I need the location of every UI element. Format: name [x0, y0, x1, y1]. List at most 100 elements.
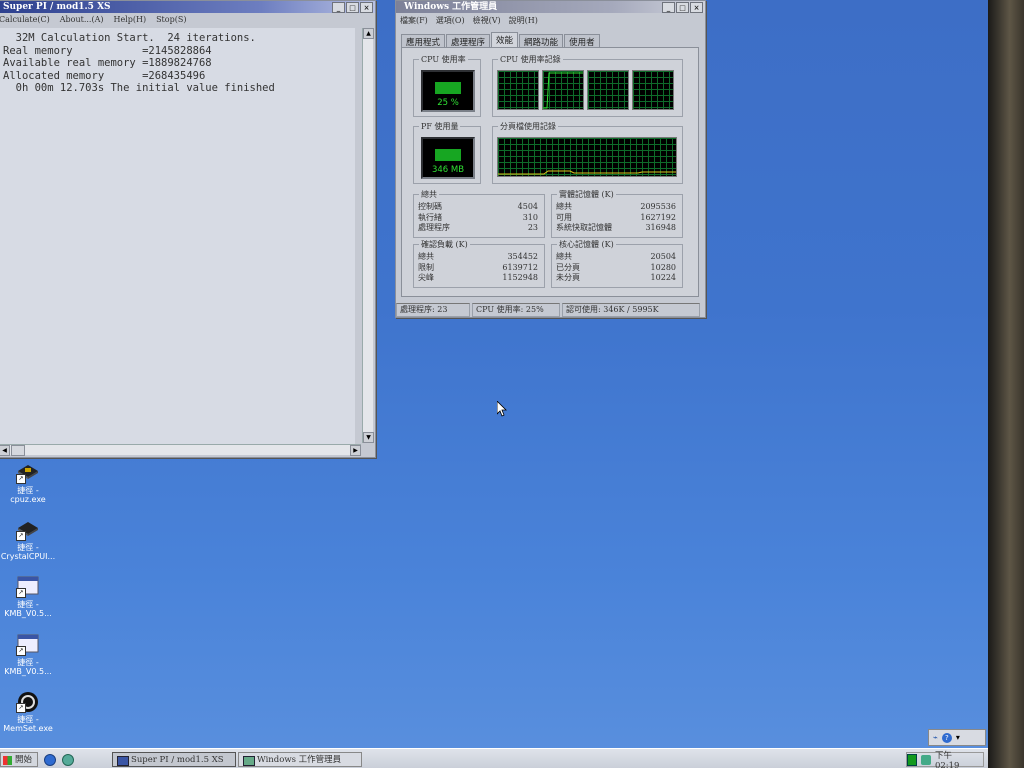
pf-usage-group: PF 使用量 346 MB [413, 121, 481, 184]
cpu-history-graph-core-1 [497, 70, 539, 110]
status-commit: 認可使用: 346K / 5995K [562, 303, 700, 317]
close-button[interactable]: × [690, 2, 703, 13]
desktop-icon-kmb-2[interactable]: ↗ 捷徑 - KMB_V0.5... [0, 634, 56, 676]
cpu-history-line [543, 72, 583, 109]
stat-row-commit-limit: 限制 6139712 [418, 263, 538, 274]
icon-label-line1: 捷徑 - [17, 543, 39, 552]
stat-row-kernel-nonpaged: 未分頁 10224 [556, 273, 676, 284]
taskmgr-title: Windows 工作管理員 [404, 2, 498, 12]
commit-charge-group: 確認負載 (K) 總共 354452 限制 6139712 尖峰 1152948 [413, 239, 545, 288]
output-line: Allocated memory =268435496 [3, 69, 206, 82]
output-line: Real memory =2145828864 [3, 44, 212, 57]
pf-history-graph [497, 137, 677, 177]
language-icon[interactable]: ⌁ [933, 733, 938, 742]
pf-usage-value: 346 MB [431, 165, 465, 175]
cpu-usage-bar [435, 82, 461, 94]
menu-calculate[interactable]: Calculate(C) [0, 15, 50, 24]
minimize-button[interactable]: _ [662, 2, 675, 13]
close-button[interactable]: × [360, 2, 373, 13]
icon-label-line2: KMB_V0.5... [4, 609, 52, 618]
desktop-icon-memset[interactable]: ↗ 捷徑 - MemSet.exe [0, 691, 56, 733]
help-icon[interactable]: ? [941, 732, 952, 743]
cpu-meter-tray-icon[interactable] [907, 753, 917, 766]
vertical-scrollbar[interactable]: ▲ ▼ [362, 28, 374, 443]
menu-stop[interactable]: Stop(S) [156, 15, 186, 24]
stat-key: 限制 [418, 262, 434, 272]
pf-usage-label: PF 使用量 [419, 121, 461, 132]
clock[interactable]: 下午 02:19 [935, 749, 979, 768]
horizontal-scrollbar[interactable]: ◀ ▶ [0, 444, 361, 456]
totals-group: 總共 控制碼 4504 執行緒 310 處理程序 23 [413, 189, 545, 238]
scroll-left-arrow-icon[interactable]: ◀ [0, 445, 10, 456]
scroll-right-arrow-icon[interactable]: ▶ [350, 445, 361, 456]
scroll-thumb[interactable] [11, 445, 25, 456]
superpi-window[interactable]: Super PI / mod1.5 XS _ □ × Calculate(C) … [0, 0, 376, 458]
stat-value: 2095536 [640, 202, 676, 211]
stat-value: 1627192 [640, 212, 676, 222]
taskbar: 開始 Super PI / mod1.5 XS Windows 工作管理員 下午… [0, 748, 988, 768]
taskmgr-titlebar[interactable]: Windows 工作管理員 _ □ × [396, 1, 705, 13]
output-line: 32M Calculation Start. 24 iterations. [3, 32, 256, 44]
taskmgr-menubar: 檔案(F) 選項(O) 檢視(V) 說明(H) [396, 13, 705, 28]
menu-view[interactable]: 檢視(V) [473, 15, 501, 26]
kernel-memory-group: 核心記憶體 (K) 總共 20504 已分頁 10280 未分頁 10224 [551, 239, 683, 288]
menu-options[interactable]: 選項(O) [436, 15, 465, 26]
desktop-icon-crystalcpuid[interactable]: ↗ 捷徑 - CrystalCPUI... [0, 519, 56, 561]
taskmgr-window[interactable]: Windows 工作管理員 _ □ × 檔案(F) 選項(O) 檢視(V) 說明… [395, 0, 706, 318]
task-label: Super PI / mod1.5 XS [131, 755, 224, 765]
stat-value: 6139712 [502, 262, 538, 272]
monitor-bezel [988, 0, 1024, 768]
scroll-up-arrow-icon[interactable]: ▲ [363, 28, 374, 39]
icon-label-line2: cpuz.exe [10, 495, 46, 504]
start-button[interactable]: 開始 [0, 752, 38, 767]
menu-help[interactable]: 說明(H) [509, 15, 538, 26]
maximize-button[interactable]: □ [676, 2, 689, 13]
stat-key: 總共 [556, 252, 572, 261]
shortcut-arrow-icon: ↗ [16, 474, 26, 484]
output-line: 0h 00m 12.703s The initial value finishe… [3, 82, 275, 94]
taskbar-task-taskmgr[interactable]: Windows 工作管理員 [238, 752, 362, 767]
menu-about[interactable]: About...(A) [60, 15, 104, 24]
stat-value: 316948 [645, 223, 676, 232]
commit-charge-label: 確認負載 (K) [419, 239, 470, 250]
maximize-button[interactable]: □ [346, 2, 359, 13]
taskbar-task-superpi[interactable]: Super PI / mod1.5 XS [112, 752, 236, 767]
pf-history-group: 分頁檔使用記錄 [492, 121, 683, 184]
physical-memory-group: 實體記憶體 (K) 總共 2095536 可用 1627192 系統快取記憶體 316… [551, 189, 683, 238]
stat-value: 10280 [650, 262, 676, 272]
language-bar[interactable]: ⌁ ? ▾ [928, 729, 986, 746]
menu-file[interactable]: 檔案(F) [400, 15, 428, 26]
quick-launch [44, 754, 74, 766]
stat-value: 23 [527, 223, 538, 232]
menu-help[interactable]: Help(H) [113, 15, 146, 24]
stat-row-commit-peak: 尖峰 1152948 [418, 273, 538, 284]
minimize-button[interactable]: _ [332, 2, 345, 13]
physical-memory-label: 實體記憶體 (K) [557, 189, 616, 200]
task-label: Windows 工作管理員 [257, 755, 342, 765]
stat-row-physical-available: 可用 1627192 [556, 213, 676, 224]
stat-key: 總共 [418, 252, 434, 261]
stat-row-physical-total: 總共 2095536 [556, 202, 676, 213]
desktop[interactable]: Super PI / mod1.5 XS _ □ × Calculate(C) … [0, 0, 988, 768]
desktop-icon-cpuz[interactable]: ↗ 捷徑 - cpuz.exe [0, 462, 56, 504]
ie-browser-icon[interactable] [44, 754, 56, 766]
cpu-history-group: CPU 使用率記錄 [492, 54, 683, 117]
stat-value: 354452 [507, 252, 538, 261]
chevron-down-icon[interactable]: ▾ [956, 733, 960, 742]
show-desktop-icon[interactable] [62, 754, 74, 766]
system-tray: 下午 02:19 [906, 749, 984, 768]
stat-row-processes: 處理程序 23 [418, 223, 538, 234]
cpu-history-label: CPU 使用率記錄 [498, 54, 563, 65]
output-line: Available real memory =1889824768 [3, 57, 212, 69]
stat-row-handles: 控制碼 4504 [418, 202, 538, 213]
window-app-icon: ↗ [16, 634, 40, 656]
scroll-down-arrow-icon[interactable]: ▼ [363, 432, 374, 443]
network-tray-icon[interactable] [920, 754, 931, 765]
stat-key: 未分頁 [556, 273, 580, 282]
stat-row-kernel-paged: 已分頁 10280 [556, 263, 676, 274]
superpi-titlebar[interactable]: Super PI / mod1.5 XS _ □ × [0, 1, 375, 13]
pf-history-line [498, 170, 676, 175]
stat-key: 已分頁 [556, 262, 580, 272]
cpu-usage-label: CPU 使用率 [419, 54, 468, 65]
desktop-icon-kmb-1[interactable]: ↗ 捷徑 - KMB_V0.5... [0, 576, 56, 618]
